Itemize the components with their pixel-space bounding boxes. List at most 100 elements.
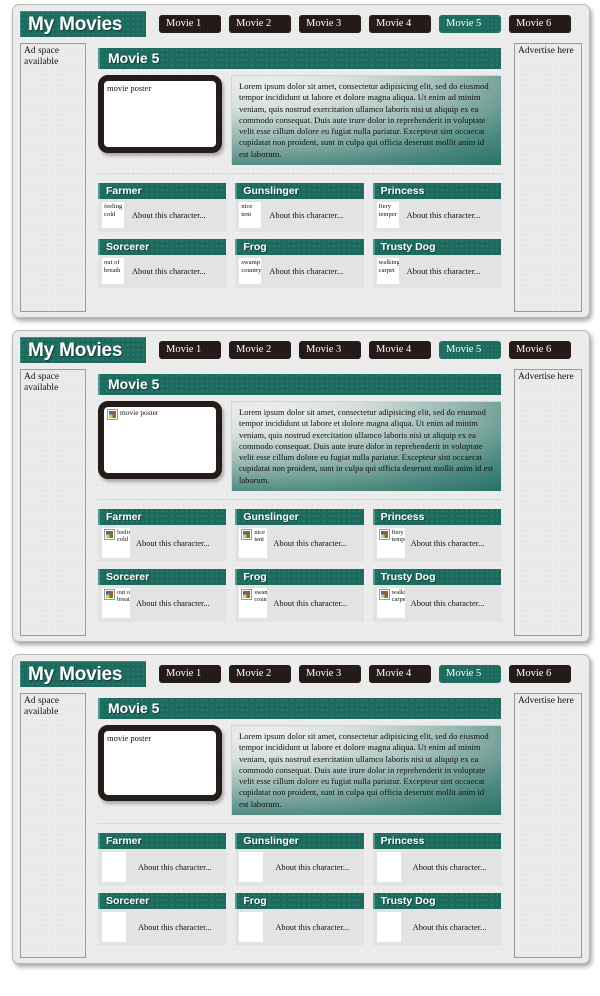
character-thumbnail: nice tent: [239, 528, 268, 559]
thumb-alt-text: fiery temper: [391, 529, 405, 544]
character-body: About this character...: [235, 909, 364, 947]
thumb-alt-text: walking carpet: [391, 589, 405, 604]
character-about-link[interactable]: About this character...: [401, 912, 497, 942]
tab-movie-2[interactable]: Movie 2: [229, 15, 291, 33]
character-thumbnail: [102, 852, 126, 883]
thumb-row: out of breath: [104, 589, 130, 604]
tab-movie-5[interactable]: Movie 5: [439, 665, 501, 683]
render-variant-blank: My Movies Movie 1 Movie 2 Movie 3 Movie …: [12, 654, 590, 964]
character-card-farmer: Farmer feeling cold About this character…: [98, 183, 227, 233]
tab-movie-4[interactable]: Movie 4: [369, 341, 431, 359]
thumb-alt-text: out of breath: [117, 589, 130, 604]
character-name: Farmer: [98, 183, 227, 200]
character-about-link[interactable]: About this character...: [124, 202, 222, 228]
character-card-sorcerer: Sorcerer out o breat About this characte…: [98, 569, 227, 623]
broken-image-icon: [104, 589, 115, 601]
character-card-sorcerer: Sorcerer out of breath About this charac…: [98, 239, 227, 289]
tab-movie-1[interactable]: Movie 1: [159, 665, 221, 683]
character-name: Trusty Dog: [372, 569, 501, 586]
tab-movie-5[interactable]: Movie 5: [439, 15, 501, 33]
character-about-link[interactable]: About this character...: [261, 258, 359, 284]
tab-movie-4[interactable]: Movie 4: [369, 665, 431, 683]
character-body: fiery temper About this character...: [372, 525, 501, 563]
movie-heading: Movie 5: [98, 698, 501, 719]
character-card-trusty-dog: Trusty Dog walk carpe About this charact…: [372, 569, 501, 623]
page-stack: My Movies Movie 1 Movie 2 Movie 3 Movie …: [0, 0, 600, 964]
ad-space-right: Advertise here: [514, 369, 582, 636]
main-content: Movie 5 movie poster Lorem ipsum dolor s…: [92, 693, 508, 958]
body-row: Ad space available Movie 5 movie poster …: [20, 693, 582, 958]
character-name: Farmer: [98, 509, 227, 526]
character-name: Sorcerer: [98, 893, 227, 910]
tab-movie-5[interactable]: Movie 5: [439, 341, 501, 359]
character-body: About this character...: [98, 909, 227, 947]
tab-movie-2[interactable]: Movie 2: [229, 341, 291, 359]
character-card-princess: Princess fiery temper About this charact…: [372, 183, 501, 233]
thumb-row: fiery temper: [378, 529, 405, 544]
movie-tabs: Movie 1 Movie 2 Movie 3 Movie 4 Movie 5 …: [159, 15, 582, 33]
character-name: Gunslinger: [235, 833, 364, 850]
character-about-link[interactable]: About this character...: [261, 202, 359, 228]
character-thumbnail: [239, 912, 264, 943]
character-name: Princess: [372, 183, 501, 200]
tab-movie-3[interactable]: Movie 3: [299, 341, 361, 359]
character-about-link[interactable]: About this character...: [401, 852, 497, 882]
character-thumbnail: nice tent: [239, 202, 262, 229]
character-about-link[interactable]: About this character...: [126, 912, 222, 942]
tab-movie-6[interactable]: Movie 6: [509, 15, 571, 33]
thumb-alt-text: swamp country: [254, 589, 268, 604]
tab-movie-6[interactable]: Movie 6: [509, 665, 571, 683]
broken-image-icon: [107, 409, 118, 420]
character-name: Sorcerer: [98, 569, 227, 586]
tab-movie-1[interactable]: Movie 1: [159, 341, 221, 359]
character-about-link[interactable]: About this character...: [399, 258, 497, 284]
character-body: About this character...: [235, 849, 364, 887]
character-about-link[interactable]: About this character...: [263, 912, 359, 942]
tab-movie-1[interactable]: Movie 1: [159, 15, 221, 33]
character-name: Trusty Dog: [372, 893, 501, 910]
character-about-link[interactable]: About this character...: [399, 202, 497, 228]
character-name: Gunslinger: [235, 183, 364, 200]
tab-movie-2[interactable]: Movie 2: [229, 665, 291, 683]
broken-image-icon: [241, 529, 253, 541]
character-thumbnail: walking carpet: [376, 258, 399, 285]
character-about-link[interactable]: About this character...: [130, 588, 222, 618]
ad-space-left: Ad space available: [20, 369, 86, 636]
character-about-link[interactable]: About this character...: [405, 528, 497, 558]
character-card-trusty-dog: Trusty Dog About this character...: [372, 893, 501, 947]
character-about-link[interactable]: About this character...: [130, 528, 222, 558]
character-body: nice tent About this character...: [235, 525, 364, 563]
character-name: Sorcerer: [98, 239, 227, 256]
character-name: Frog: [235, 893, 364, 910]
tab-movie-6[interactable]: Movie 6: [509, 341, 571, 359]
character-thumbnail: feeling cold: [102, 202, 124, 229]
character-card-farmer: Farmer About this character...: [98, 833, 227, 887]
character-about-link[interactable]: About this character...: [267, 528, 359, 558]
movie-poster: movie poster: [98, 725, 222, 801]
character-thumbnail: [376, 912, 401, 943]
character-card-frog: Frog About this character...: [235, 893, 364, 947]
character-about-link[interactable]: About this character...: [267, 588, 359, 618]
tab-movie-3[interactable]: Movie 3: [299, 15, 361, 33]
character-about-link[interactable]: About this character...: [126, 852, 222, 882]
thumb-alt-text: feeling cold: [117, 529, 130, 544]
movie-tabs: Movie 1 Movie 2 Movie 3 Movie 4 Movie 5 …: [159, 341, 582, 359]
character-card-frog: Frog swam coun About this character...: [235, 569, 364, 623]
character-body: About this character...: [98, 849, 227, 887]
character-body: out of breath About this character...: [98, 585, 227, 623]
character-name: Frog: [235, 239, 364, 256]
character-card-sorcerer: Sorcerer About this character...: [98, 893, 227, 947]
character-body: walking carpet About this character...: [372, 585, 501, 623]
ad-space-left: Ad space available: [20, 43, 86, 312]
tab-movie-3[interactable]: Movie 3: [299, 665, 361, 683]
broken-image-icon: [378, 589, 390, 601]
ad-space-left: Ad space available: [20, 693, 86, 958]
character-about-link[interactable]: About this character...: [124, 258, 222, 284]
tab-movie-4[interactable]: Movie 4: [369, 15, 431, 33]
character-card-gunslinger: Gunslinger About this character...: [235, 833, 364, 887]
character-grid: Farmer feeli cold About this character..…: [98, 509, 501, 623]
character-about-link[interactable]: About this character...: [263, 852, 359, 882]
character-about-link[interactable]: About this character...: [405, 588, 497, 618]
character-body: out of breath About this character...: [98, 255, 227, 289]
top-bar: My Movies Movie 1 Movie 2 Movie 3 Movie …: [20, 661, 582, 687]
